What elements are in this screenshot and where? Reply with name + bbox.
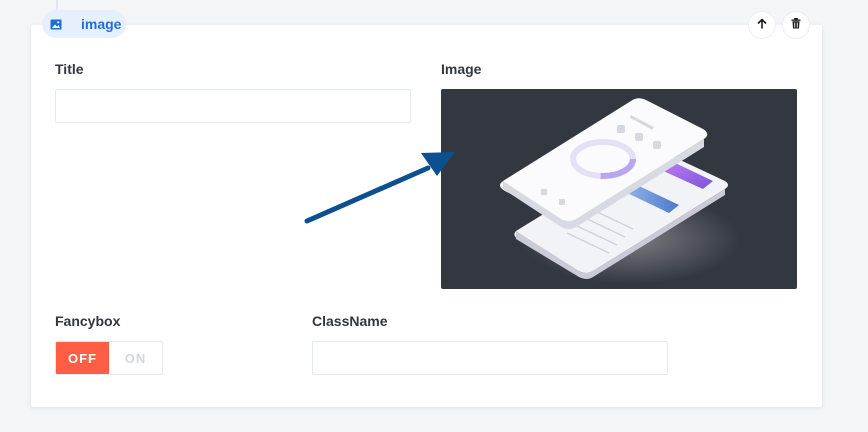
delete-button[interactable] bbox=[782, 11, 810, 39]
fancybox-toggle[interactable]: OFF ON bbox=[55, 341, 163, 375]
classname-input[interactable] bbox=[312, 341, 668, 375]
fancybox-off-option[interactable]: OFF bbox=[56, 342, 109, 374]
title-input[interactable] bbox=[55, 89, 411, 123]
trash-icon bbox=[791, 16, 801, 34]
image-icon bbox=[42, 10, 70, 38]
image-preview[interactable] bbox=[441, 89, 797, 289]
block-type-chip[interactable]: image bbox=[42, 10, 126, 38]
fancybox-label: Fancybox bbox=[55, 313, 121, 329]
arrow-up-icon bbox=[757, 16, 767, 34]
classname-label: ClassName bbox=[312, 313, 388, 329]
title-label: Title bbox=[55, 61, 84, 77]
phone-mockup-image bbox=[499, 98, 741, 284]
image-label: Image bbox=[441, 61, 482, 77]
move-up-button[interactable] bbox=[748, 11, 776, 39]
fancybox-on-option[interactable]: ON bbox=[109, 342, 162, 374]
block-type-label: image bbox=[81, 16, 122, 32]
